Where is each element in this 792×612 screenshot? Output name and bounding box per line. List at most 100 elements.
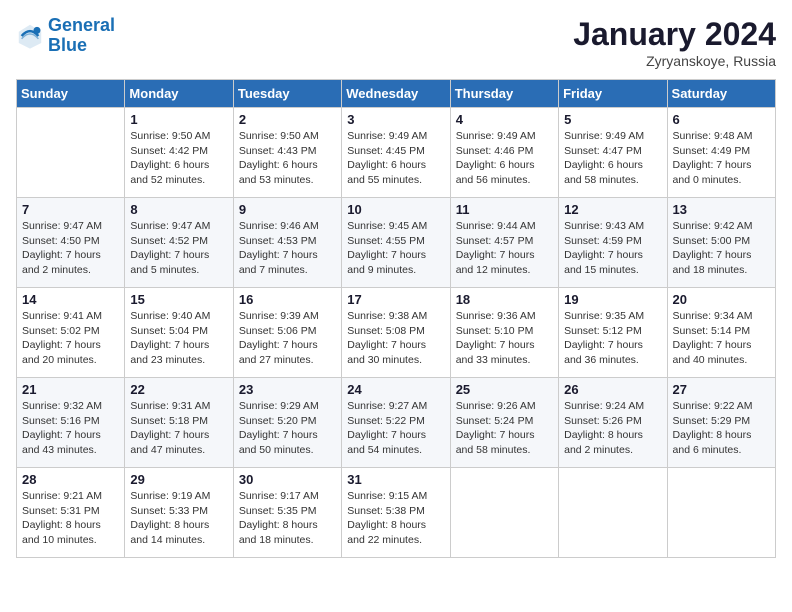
day-number: 15	[130, 292, 227, 307]
day-info: Sunrise: 9:49 AMSunset: 4:45 PMDaylight:…	[347, 129, 444, 188]
calendar-week-3: 14Sunrise: 9:41 AMSunset: 5:02 PMDayligh…	[17, 288, 776, 378]
day-header-tuesday: Tuesday	[233, 80, 341, 108]
calendar-header: SundayMondayTuesdayWednesdayThursdayFrid…	[17, 80, 776, 108]
day-number: 31	[347, 472, 444, 487]
day-info: Sunrise: 9:27 AMSunset: 5:22 PMDaylight:…	[347, 399, 444, 458]
calendar-cell: 3 Sunrise: 9:49 AMSunset: 4:45 PMDaylight…	[342, 108, 450, 198]
day-header-wednesday: Wednesday	[342, 80, 450, 108]
day-info: Sunrise: 9:24 AMSunset: 5:26 PMDaylight:…	[564, 399, 661, 458]
day-number: 26	[564, 382, 661, 397]
day-info: Sunrise: 9:41 AMSunset: 5:02 PMDaylight:…	[22, 309, 119, 368]
day-info: Sunrise: 9:49 AMSunset: 4:47 PMDaylight:…	[564, 129, 661, 188]
day-number: 4	[456, 112, 553, 127]
day-header-saturday: Saturday	[667, 80, 775, 108]
calendar-week-2: 7Sunrise: 9:47 AMSunset: 4:50 PMDaylight…	[17, 198, 776, 288]
day-info: Sunrise: 9:50 AMSunset: 4:42 PMDaylight:…	[130, 129, 227, 188]
calendar-cell: 30Sunrise: 9:17 AMSunset: 5:35 PMDayligh…	[233, 468, 341, 558]
day-number: 8	[130, 202, 227, 217]
calendar-cell: 11 Sunrise: 9:44 AMSunset: 4:57 PMDayligh…	[450, 198, 558, 288]
calendar-cell: 7Sunrise: 9:47 AMSunset: 4:50 PMDaylight…	[17, 198, 125, 288]
calendar-cell: 18 Sunrise: 9:36 AMSunset: 5:10 PMDayligh…	[450, 288, 558, 378]
day-info: Sunrise: 9:48 AMSunset: 4:49 PMDaylight:…	[673, 129, 770, 188]
logo-icon	[16, 22, 44, 50]
calendar-cell	[450, 468, 558, 558]
day-info: Sunrise: 9:35 AMSunset: 5:12 PMDaylight:…	[564, 309, 661, 368]
day-info: Sunrise: 9:31 AMSunset: 5:18 PMDaylight:…	[130, 399, 227, 458]
calendar-cell: 4 Sunrise: 9:49 AMSunset: 4:46 PMDaylight…	[450, 108, 558, 198]
day-number: 19	[564, 292, 661, 307]
day-number: 28	[22, 472, 119, 487]
calendar-cell: 13 Sunrise: 9:42 AMSunset: 5:00 PMDayligh…	[667, 198, 775, 288]
day-number: 2	[239, 112, 336, 127]
day-number: 13	[673, 202, 770, 217]
calendar-cell	[559, 468, 667, 558]
calendar-cell: 6 Sunrise: 9:48 AMSunset: 4:49 PMDaylight…	[667, 108, 775, 198]
day-number: 24	[347, 382, 444, 397]
logo-text: General Blue	[48, 16, 115, 56]
location: Zyryanskoye, Russia	[573, 53, 776, 69]
calendar-week-1: 1 Sunrise: 9:50 AMSunset: 4:42 PMDaylight…	[17, 108, 776, 198]
day-number: 17	[347, 292, 444, 307]
day-header-sunday: Sunday	[17, 80, 125, 108]
calendar-week-5: 28 Sunrise: 9:21 AMSunset: 5:31 PMDayligh…	[17, 468, 776, 558]
page-header: General Blue January 2024 Zyryanskoye, R…	[16, 16, 776, 69]
day-info: Sunrise: 9:19 AMSunset: 5:33 PMDaylight:…	[130, 489, 227, 548]
day-number: 21	[22, 382, 119, 397]
calendar-body: 1 Sunrise: 9:50 AMSunset: 4:42 PMDaylight…	[17, 108, 776, 558]
day-number: 3	[347, 112, 444, 127]
logo-line1: General	[48, 15, 115, 35]
day-header-friday: Friday	[559, 80, 667, 108]
calendar-cell: 26 Sunrise: 9:24 AMSunset: 5:26 PMDayligh…	[559, 378, 667, 468]
logo-line2: Blue	[48, 35, 87, 55]
day-number: 23	[239, 382, 336, 397]
day-number: 1	[130, 112, 227, 127]
day-info: Sunrise: 9:44 AMSunset: 4:57 PMDaylight:…	[456, 219, 553, 278]
calendar-cell: 12Sunrise: 9:43 AMSunset: 4:59 PMDayligh…	[559, 198, 667, 288]
day-info: Sunrise: 9:47 AMSunset: 4:50 PMDaylight:…	[22, 219, 119, 278]
day-info: Sunrise: 9:17 AMSunset: 5:35 PMDaylight:…	[239, 489, 336, 548]
calendar-cell: 10Sunrise: 9:45 AMSunset: 4:55 PMDayligh…	[342, 198, 450, 288]
calendar-cell: 17 Sunrise: 9:38 AMSunset: 5:08 PMDayligh…	[342, 288, 450, 378]
calendar-cell: 16Sunrise: 9:39 AMSunset: 5:06 PMDayligh…	[233, 288, 341, 378]
day-info: Sunrise: 9:50 AMSunset: 4:43 PMDaylight:…	[239, 129, 336, 188]
calendar-cell: 24 Sunrise: 9:27 AMSunset: 5:22 PMDayligh…	[342, 378, 450, 468]
calendar-cell: 2 Sunrise: 9:50 AMSunset: 4:43 PMDaylight…	[233, 108, 341, 198]
day-number: 29	[130, 472, 227, 487]
calendar-cell: 1 Sunrise: 9:50 AMSunset: 4:42 PMDaylight…	[125, 108, 233, 198]
day-info: Sunrise: 9:22 AMSunset: 5:29 PMDaylight:…	[673, 399, 770, 458]
day-header-monday: Monday	[125, 80, 233, 108]
day-header-thursday: Thursday	[450, 80, 558, 108]
day-number: 12	[564, 202, 661, 217]
day-number: 18	[456, 292, 553, 307]
calendar-cell: 19 Sunrise: 9:35 AMSunset: 5:12 PMDayligh…	[559, 288, 667, 378]
day-info: Sunrise: 9:15 AMSunset: 5:38 PMDaylight:…	[347, 489, 444, 548]
day-number: 6	[673, 112, 770, 127]
day-info: Sunrise: 9:29 AMSunset: 5:20 PMDaylight:…	[239, 399, 336, 458]
day-number: 27	[673, 382, 770, 397]
month-title: January 2024	[573, 16, 776, 53]
calendar-cell: 9 Sunrise: 9:46 AMSunset: 4:53 PMDaylight…	[233, 198, 341, 288]
day-info: Sunrise: 9:39 AMSunset: 5:06 PMDaylight:…	[239, 309, 336, 368]
day-info: Sunrise: 9:26 AMSunset: 5:24 PMDaylight:…	[456, 399, 553, 458]
title-block: January 2024 Zyryanskoye, Russia	[573, 16, 776, 69]
day-number: 9	[239, 202, 336, 217]
day-number: 20	[673, 292, 770, 307]
day-info: Sunrise: 9:45 AMSunset: 4:55 PMDaylight:…	[347, 219, 444, 278]
day-info: Sunrise: 9:38 AMSunset: 5:08 PMDaylight:…	[347, 309, 444, 368]
day-number: 11	[456, 202, 553, 217]
calendar-cell: 29 Sunrise: 9:19 AMSunset: 5:33 PMDayligh…	[125, 468, 233, 558]
day-info: Sunrise: 9:49 AMSunset: 4:46 PMDaylight:…	[456, 129, 553, 188]
calendar-cell: 14Sunrise: 9:41 AMSunset: 5:02 PMDayligh…	[17, 288, 125, 378]
calendar-cell: 20Sunrise: 9:34 AMSunset: 5:14 PMDayligh…	[667, 288, 775, 378]
day-number: 5	[564, 112, 661, 127]
day-info: Sunrise: 9:40 AMSunset: 5:04 PMDaylight:…	[130, 309, 227, 368]
day-info: Sunrise: 9:42 AMSunset: 5:00 PMDaylight:…	[673, 219, 770, 278]
day-info: Sunrise: 9:36 AMSunset: 5:10 PMDaylight:…	[456, 309, 553, 368]
calendar-cell: 5 Sunrise: 9:49 AMSunset: 4:47 PMDaylight…	[559, 108, 667, 198]
day-info: Sunrise: 9:46 AMSunset: 4:53 PMDaylight:…	[239, 219, 336, 278]
day-info: Sunrise: 9:21 AMSunset: 5:31 PMDaylight:…	[22, 489, 119, 548]
day-number: 22	[130, 382, 227, 397]
calendar-cell: 28 Sunrise: 9:21 AMSunset: 5:31 PMDayligh…	[17, 468, 125, 558]
calendar-cell: 31 Sunrise: 9:15 AMSunset: 5:38 PMDayligh…	[342, 468, 450, 558]
calendar-cell: 22 Sunrise: 9:31 AMSunset: 5:18 PMDayligh…	[125, 378, 233, 468]
